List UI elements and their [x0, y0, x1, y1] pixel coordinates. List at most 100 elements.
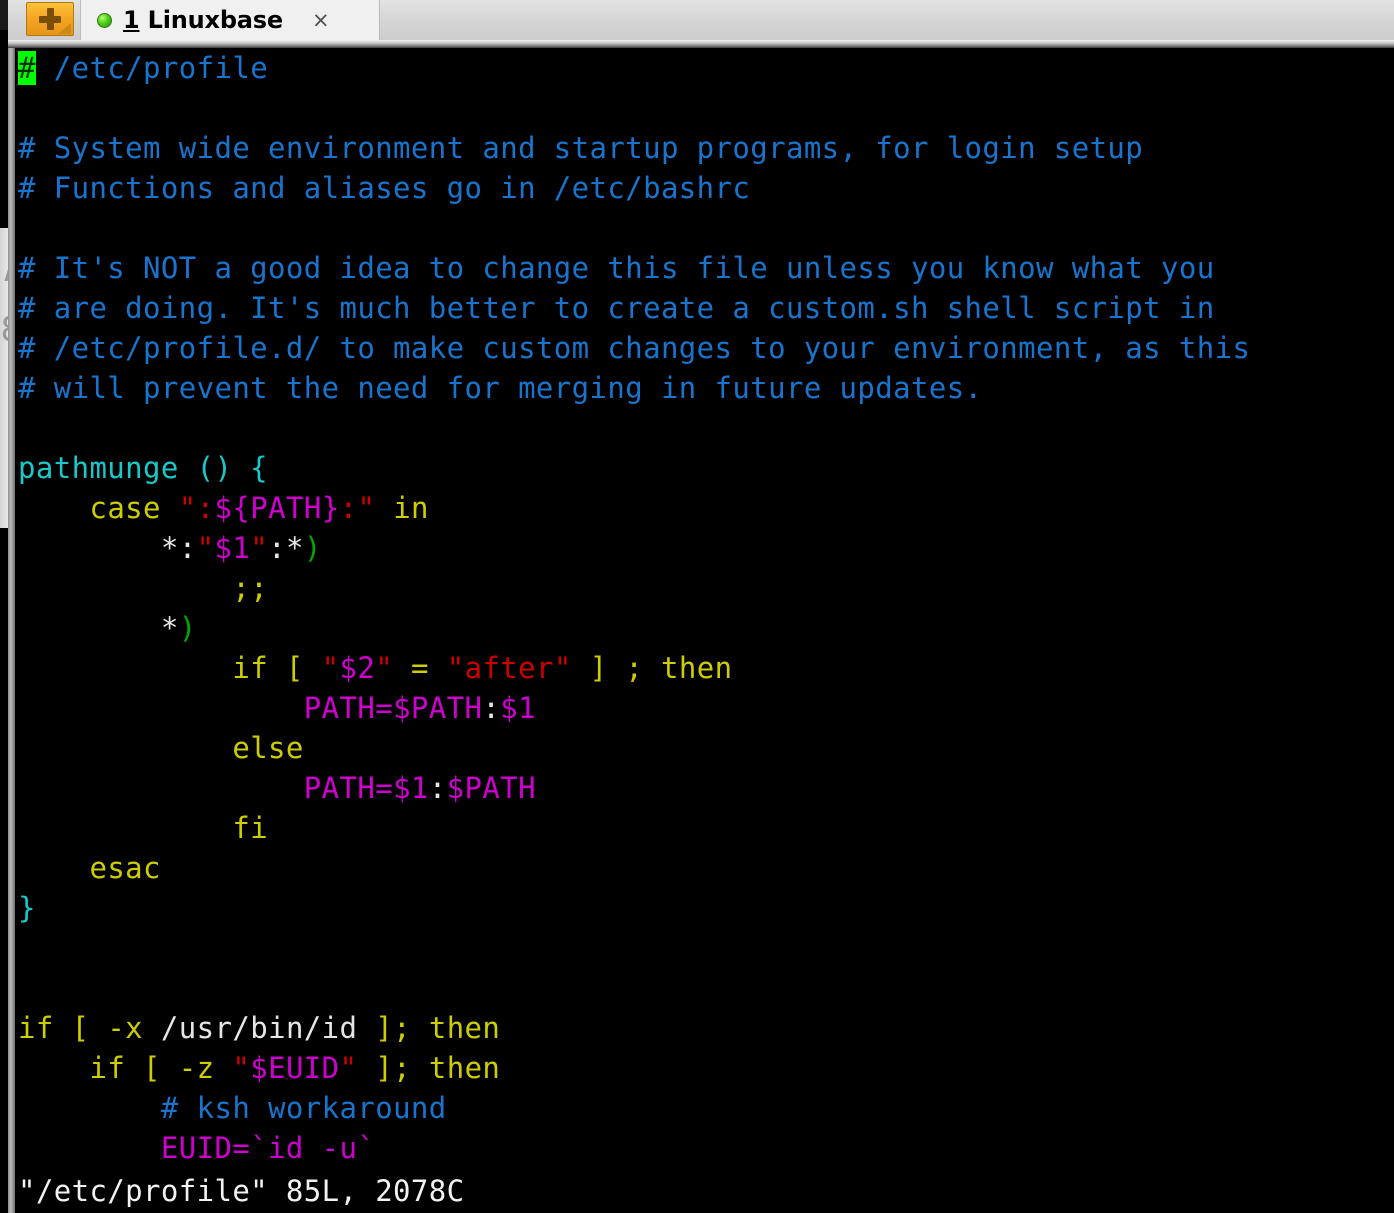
terminal-line: esac — [18, 848, 1394, 888]
terminal-text: pathmunge () { — [18, 451, 269, 485]
terminal-line: else — [18, 728, 1394, 768]
terminal-text: " — [196, 531, 215, 565]
terminal-text: } — [18, 891, 36, 925]
terminal-text: " — [375, 651, 394, 685]
terminal-pane: # /etc/profile # System wide environment… — [8, 48, 1394, 1213]
terminal-line: # Functions and aliases go in /etc/bashr… — [18, 168, 1394, 208]
terminal-text: $1 — [214, 531, 251, 565]
terminal-text: /etc/profile — [35, 51, 269, 85]
terminal-line: *:"$1":*) — [18, 528, 1394, 568]
terminal-text: PATH=$PATH — [303, 691, 483, 725]
terminal-line: # ksh workaround — [18, 1088, 1394, 1128]
tab-bar-empty-area — [380, 0, 1394, 40]
close-icon[interactable]: × — [312, 9, 330, 31]
green-status-dot-icon — [97, 12, 112, 28]
terminal-text: # /etc/profile.d/ to make custom changes… — [18, 331, 1251, 365]
terminal-scrollbar[interactable] — [8, 48, 15, 1213]
tab-linuxbase[interactable]: 1 Linuxbase × — [80, 0, 380, 40]
terminal-text: ) — [178, 611, 197, 645]
terminal-text-area[interactable]: # /etc/profile # System wide environment… — [18, 48, 1394, 1213]
terminal-text: " — [250, 531, 269, 565]
terminal-text: # ksh workaround — [160, 1091, 447, 1125]
terminal-line: PATH=$1:$PATH — [18, 768, 1394, 808]
terminal-line: *) — [18, 608, 1394, 648]
background-window-strip — [0, 0, 8, 30]
terminal-cursor: # — [18, 51, 36, 85]
terminal-line: # It's NOT a good idea to change this fi… — [18, 248, 1394, 288]
terminal-text: = — [393, 651, 447, 685]
terminal-text: # are doing. It's much better to create … — [18, 291, 1215, 325]
terminal-line: EUID=`id -u` — [18, 1128, 1394, 1168]
new-tab-corner-icon — [58, 23, 71, 34]
terminal-text: : — [339, 491, 358, 525]
terminal-line: # /etc/profile — [18, 48, 1394, 88]
terminal-status-line: "/etc/profile" 85L, 2078C — [18, 1174, 465, 1208]
terminal-text: *: — [160, 531, 197, 565]
tab-bar: 1 Linuxbase × — [8, 0, 1394, 40]
terminal-text: # It's NOT a good idea to change this fi… — [18, 251, 1215, 285]
terminal-text: if [ -z — [89, 1051, 233, 1085]
terminal-text: case — [89, 491, 161, 525]
terminal-text: esac — [89, 851, 161, 885]
terminal-text: PATH=$1 — [303, 771, 429, 805]
terminal-text: " — [232, 1051, 251, 1085]
new-tab-button[interactable] — [26, 2, 74, 36]
terminal-text: in — [393, 491, 429, 525]
tab-title: 1 Linuxbase — [123, 6, 283, 34]
terminal-line: case ":${PATH}:" in — [18, 488, 1394, 528]
terminal-line: # are doing. It's much better to create … — [18, 288, 1394, 328]
terminal-line: pathmunge () { — [18, 448, 1394, 488]
terminal-text: :* — [268, 531, 304, 565]
terminal-text: # System wide environment and startup pr… — [18, 131, 1144, 165]
terminal-text: " — [357, 491, 376, 525]
terminal-text: ]; then — [357, 1011, 501, 1045]
terminal-text: ;; — [232, 571, 269, 605]
terminal-line: if [ -z "$EUID" ]; then — [18, 1048, 1394, 1088]
terminal-text: # Functions and aliases go in /etc/bashr… — [18, 171, 751, 205]
terminal-line: } — [18, 888, 1394, 928]
terminal-text: " — [339, 1051, 358, 1085]
terminal-line: # will prevent the need for merging in f… — [18, 368, 1394, 408]
terminal-text: ] ; then — [571, 651, 733, 685]
terminal-line: # System wide environment and startup pr… — [18, 128, 1394, 168]
terminal-text: $PATH — [446, 771, 536, 805]
terminal-text: if [ — [18, 1011, 108, 1045]
terminal-text: $2 — [339, 651, 376, 685]
terminal-text: "after" — [446, 651, 572, 685]
terminal-line: PATH=$PATH:$1 — [18, 688, 1394, 728]
terminal-text: else — [232, 731, 304, 765]
terminal-line: if [ -x /usr/bin/id ]; then — [18, 1008, 1394, 1048]
tab-number: 1 — [123, 6, 140, 34]
terminal-text: ]; then — [357, 1051, 501, 1085]
terminal-line: ;; — [18, 568, 1394, 608]
terminal-text: ) — [303, 531, 322, 565]
terminal-text: # will prevent the need for merging in f… — [18, 371, 983, 405]
terminal-window: ∧ ℇ 1 Linuxbase × # /etc/profile # System… — [0, 0, 1394, 1213]
terminal-text: `id -u` — [250, 1131, 376, 1165]
terminal-text: /usr/bin/id — [160, 1011, 358, 1045]
terminal-text: if [ — [232, 651, 322, 685]
terminal-line: fi — [18, 808, 1394, 848]
tab-bar-bottom-edge — [8, 40, 1394, 48]
terminal-text: $EUID — [250, 1051, 340, 1085]
terminal-text: EUID= — [160, 1131, 251, 1165]
terminal-text: " — [321, 651, 340, 685]
terminal-text: ${PATH} — [214, 491, 340, 525]
